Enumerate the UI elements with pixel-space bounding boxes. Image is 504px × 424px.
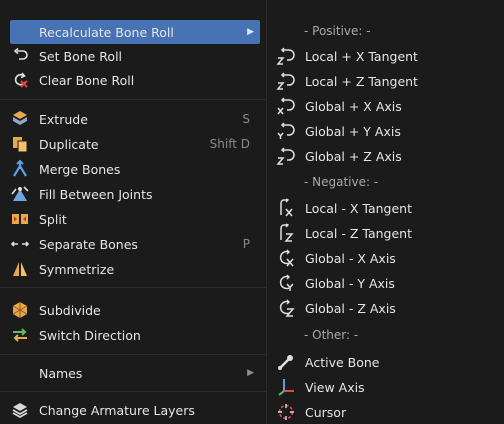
roll-neg-x-icon <box>276 198 296 218</box>
roll-z-icon <box>276 46 296 66</box>
symmetrize-icon <box>10 259 30 279</box>
menu-item-fill-between-joints[interactable]: Fill Between Joints <box>10 182 260 206</box>
view-axis-icon <box>276 377 296 397</box>
roll-local-minus-x-tangent[interactable]: Local - X Tangent <box>276 196 496 220</box>
roll-x-icon <box>276 96 296 116</box>
menu-item-recalculate-bone-roll[interactable]: Recalculate Bone Roll ▶ <box>10 20 260 44</box>
roll-neg-x-icon <box>276 248 296 268</box>
submenu-arrow-icon: ▶ <box>247 27 254 37</box>
section-header-negative: - Negative: - <box>304 175 379 189</box>
active-bone-icon <box>276 352 296 372</box>
menu-item-split[interactable]: Split <box>10 207 260 231</box>
roll-z-icon <box>276 146 296 166</box>
roll-view-axis[interactable]: View Axis <box>276 375 496 399</box>
roll-cursor[interactable]: Cursor <box>276 400 496 424</box>
menu-item-label: Recalculate Bone Roll <box>39 24 174 40</box>
separator <box>0 391 266 392</box>
roll-global-minus-y-axis[interactable]: Global - Y Axis <box>276 271 496 295</box>
roll-global-plus-z-axis[interactable]: Global + Z Axis <box>276 144 496 168</box>
layers-icon <box>10 400 30 420</box>
menu-item-symmetrize[interactable]: Symmetrize <box>10 257 260 281</box>
roll-local-minus-z-tangent[interactable]: Local - Z Tangent <box>276 221 496 245</box>
roll-local-plus-x-tangent[interactable]: Local + X Tangent <box>276 44 496 68</box>
submenu-arrow-icon: ▶ <box>247 368 254 378</box>
separator <box>0 287 266 288</box>
roll-neg-z-icon <box>276 298 296 318</box>
roll-global-plus-x-axis[interactable]: Global + X Axis <box>276 94 496 118</box>
menu-item-separate-bones[interactable]: Separate Bones P <box>10 232 260 256</box>
duplicate-icon <box>10 134 30 154</box>
recalculate-roll-submenu: - Positive: - Local + X Tangent Local + … <box>268 0 504 424</box>
roll-z-icon <box>276 71 296 91</box>
armature-context-menu: Recalculate Bone Roll ▶ Set Bone Roll Cl… <box>0 0 267 424</box>
roll-arrow-icon <box>10 46 30 66</box>
roll-neg-y-icon <box>276 273 296 293</box>
menu-item-set-bone-roll[interactable]: Set Bone Roll <box>10 44 260 68</box>
shortcut-label: S <box>242 112 250 126</box>
roll-neg-z-icon <box>276 223 296 243</box>
roll-y-icon <box>276 121 296 141</box>
roll-active-bone[interactable]: Active Bone <box>276 350 496 374</box>
menu-item-change-armature-layers[interactable]: Change Armature Layers <box>10 398 260 422</box>
section-header-other: - Other: - <box>304 328 359 342</box>
menu-item-switch-direction[interactable]: Switch Direction <box>10 323 260 347</box>
subdivide-icon <box>10 300 30 320</box>
menu-item-clear-bone-roll[interactable]: Clear Bone Roll <box>10 68 260 92</box>
roll-global-minus-z-axis[interactable]: Global - Z Axis <box>276 296 496 320</box>
extrude-icon <box>10 109 30 129</box>
clear-roll-icon <box>10 70 30 90</box>
menu-item-subdivide[interactable]: Subdivide <box>10 298 260 322</box>
roll-global-minus-x-axis[interactable]: Global - X Axis <box>276 246 496 270</box>
menu-item-duplicate[interactable]: Duplicate Shift D <box>10 132 260 156</box>
merge-bones-icon <box>10 159 30 179</box>
split-icon <box>10 209 30 229</box>
shortcut-label: Shift D <box>209 137 250 151</box>
menu-item-extrude[interactable]: Extrude S <box>10 107 260 131</box>
fill-joints-icon <box>10 184 30 204</box>
menu-item-names[interactable]: Names ▶ <box>10 361 260 385</box>
roll-global-plus-y-axis[interactable]: Global + Y Axis <box>276 119 496 143</box>
separator <box>0 99 266 100</box>
separator <box>0 354 266 355</box>
roll-local-plus-z-tangent[interactable]: Local + Z Tangent <box>276 69 496 93</box>
shortcut-label: P <box>242 237 250 251</box>
cursor-icon <box>276 402 296 422</box>
switch-direction-icon <box>10 325 30 345</box>
section-header-positive: - Positive: - <box>304 24 371 38</box>
menu-item-merge-bones[interactable]: Merge Bones <box>10 157 260 181</box>
separate-icon <box>10 234 30 254</box>
